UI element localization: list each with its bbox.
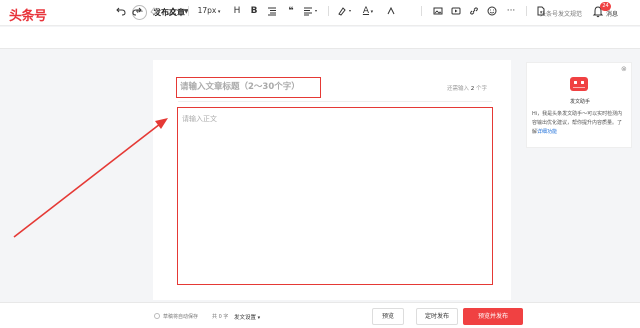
undo-icon[interactable] (115, 4, 127, 18)
font-color-icon[interactable]: A ▾ (359, 4, 377, 18)
video-icon[interactable] (450, 4, 462, 18)
publish-settings-dropdown[interactable]: 发文设置 ▾ (234, 313, 260, 321)
toolbar-divider (421, 6, 422, 16)
highlight-icon[interactable] (336, 4, 354, 18)
redo-icon[interactable] (131, 4, 143, 18)
counter-suffix: 个字 (476, 86, 488, 92)
word-count: 共 0 字 (212, 314, 229, 320)
footer-bar (0, 302, 640, 328)
draft-status: 草稿将自动保存 (163, 314, 199, 320)
font-size-select[interactable]: 17px ▾ (196, 4, 222, 18)
preview-button[interactable]: 预览 (372, 308, 404, 325)
publish-button[interactable]: 预览并发布 (463, 308, 523, 325)
template-icon[interactable] (535, 4, 547, 18)
counter-prefix: 还需输入 (447, 86, 470, 92)
quote-icon[interactable]: ❝ (285, 4, 297, 18)
chevron-down-icon: ▾ (256, 315, 261, 321)
align-icon[interactable] (302, 4, 320, 18)
close-icon[interactable]: ⊗ (621, 65, 627, 73)
assistant-name: 发文助手 (570, 99, 591, 105)
messages-label[interactable]: 消息 (606, 9, 618, 18)
more-icon[interactable]: ··· (505, 4, 517, 18)
body-highlight-box (177, 107, 493, 285)
assistant-description: Hi，我是头条发文助手～可以实时检测内容输出优化建议，帮你提升内容质量。了解详细… (532, 110, 626, 137)
image-icon[interactable] (432, 4, 444, 18)
emoji-icon[interactable] (486, 4, 498, 18)
publish-settings-label: 发文设置 (234, 315, 257, 321)
title-char-counter: 还需输入 2 个字 (447, 84, 487, 92)
assistant-details-link[interactable]: 详细功能 (537, 129, 557, 135)
title-divider (178, 101, 492, 102)
clock-icon (154, 313, 160, 319)
toolbar-divider (188, 6, 189, 16)
clear-format-icon[interactable] (166, 4, 178, 18)
robot-icon (570, 77, 588, 91)
bold-icon[interactable]: B (248, 4, 260, 18)
highlight-alt-icon[interactable] (385, 4, 397, 18)
font-size-value: 17px (197, 6, 217, 15)
schedule-publish-button[interactable]: 定时发布 (416, 308, 458, 325)
heading-icon[interactable]: H (231, 4, 243, 18)
toolbar-divider (328, 6, 329, 16)
app-logo[interactable]: 头条号 (9, 5, 47, 24)
link-icon[interactable] (468, 4, 480, 18)
counter-value: 2 (470, 86, 475, 92)
blockquote-icon[interactable] (266, 4, 278, 18)
format-brush-icon[interactable] (148, 4, 160, 18)
title-highlight-box (176, 77, 321, 98)
toolbar-divider (526, 6, 527, 16)
editor-toolbar (0, 27, 640, 49)
